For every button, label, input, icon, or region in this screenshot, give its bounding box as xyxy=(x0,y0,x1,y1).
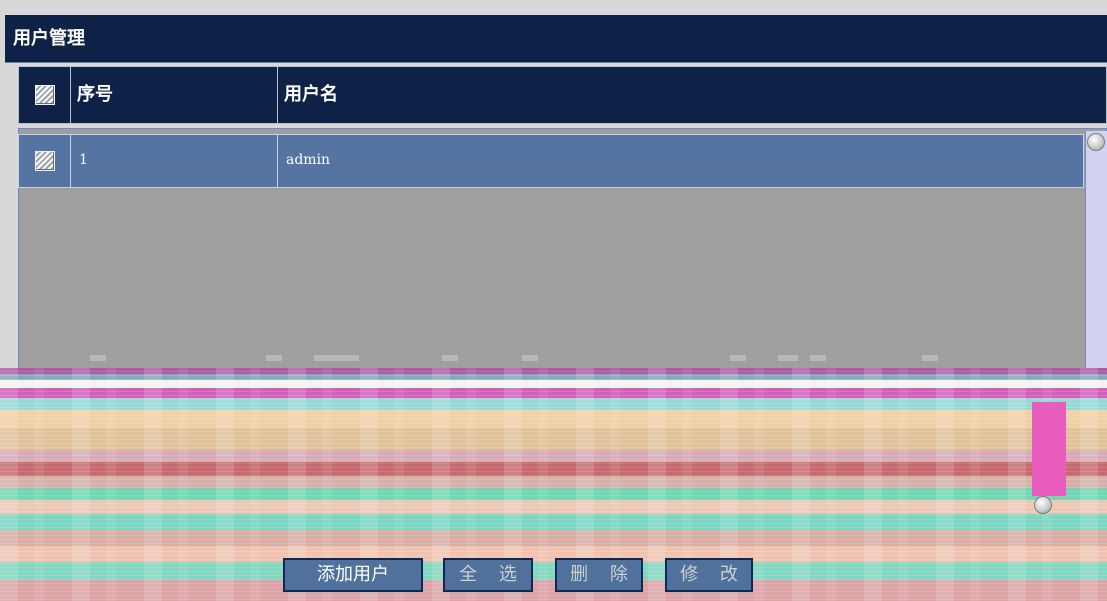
add-user-label: 添加用户 xyxy=(317,564,389,585)
rendering-artifact-band xyxy=(0,368,1107,601)
scroll-down-icon[interactable] xyxy=(1034,496,1052,514)
row-index: 1 xyxy=(79,152,88,168)
header-username-label: 用户名 xyxy=(284,84,338,105)
checkbox-icon[interactable] xyxy=(35,151,55,171)
select-all-label: 全 选 xyxy=(459,564,525,585)
select-all-button[interactable]: 全 选 xyxy=(443,558,533,592)
add-user-button[interactable]: 添加用户 xyxy=(283,558,423,592)
page-title: 用户管理 xyxy=(13,28,85,49)
header-index-label: 序号 xyxy=(77,84,113,105)
table-header: 序号 用户名 xyxy=(18,66,1107,124)
row-username-cell: admin xyxy=(278,135,1083,187)
scroll-up-icon[interactable] xyxy=(1087,133,1105,151)
checkbox-icon[interactable] xyxy=(35,85,55,105)
artifact-stub xyxy=(922,355,938,361)
artifact-stub xyxy=(810,355,826,361)
header-username: 用户名 xyxy=(278,67,1106,123)
page-title-bar: 用户管理 xyxy=(5,15,1107,63)
header-index: 序号 xyxy=(71,67,278,123)
artifact-stub xyxy=(522,355,538,361)
row-index-cell: 1 xyxy=(71,135,278,187)
delete-button[interactable]: 删 除 xyxy=(555,558,643,592)
artifact-stub xyxy=(730,355,746,361)
delete-label: 删 除 xyxy=(570,564,636,585)
artifact-stub xyxy=(266,355,282,361)
artifact-strip xyxy=(1032,402,1066,496)
row-select-cell[interactable] xyxy=(19,135,71,187)
table-row[interactable]: 1 admin xyxy=(18,134,1084,188)
artifact-stub xyxy=(90,355,106,361)
row-username: admin xyxy=(286,152,331,168)
artifact-stub xyxy=(314,355,359,361)
edit-button[interactable]: 修 改 xyxy=(665,558,753,592)
artifact-stub xyxy=(442,355,458,361)
header-select-cell[interactable] xyxy=(19,67,71,123)
edit-label: 修 改 xyxy=(680,564,746,585)
artifact-stub xyxy=(778,355,798,361)
